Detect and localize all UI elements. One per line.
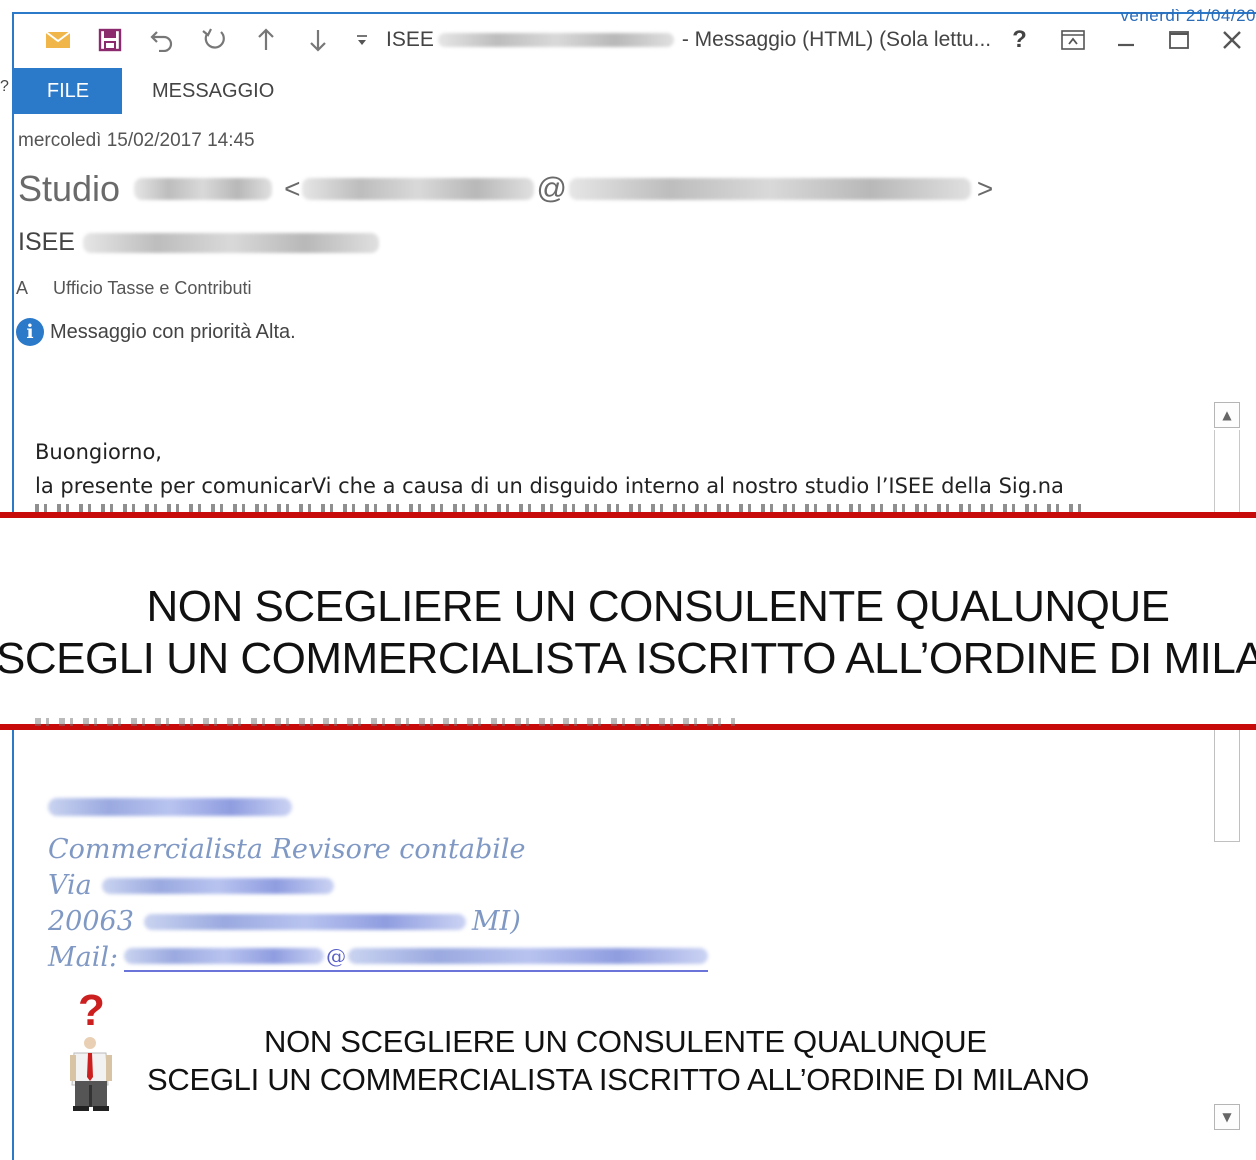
- signature-name: [48, 798, 292, 816]
- city-prefix: 20063: [48, 906, 134, 937]
- priority-infobar: i Messaggio con priorità Alta.: [16, 318, 296, 346]
- maximize-button[interactable]: [1152, 20, 1205, 60]
- signature-street: Via: [48, 870, 334, 901]
- priority-text: Messaggio con priorità Alta.: [50, 320, 296, 343]
- help-button[interactable]: ?: [993, 20, 1046, 60]
- sender-open-bracket: <: [284, 173, 301, 204]
- banner-line-2: SCEGLI UN COMMERCIALISTA ISCRITTO ALL’OR…: [0, 634, 1256, 683]
- message-sender[interactable]: Studio < @ >: [18, 168, 993, 210]
- undo-icon[interactable]: [136, 20, 188, 60]
- signature-mail: Mail: @: [48, 942, 709, 973]
- mail-icon[interactable]: [32, 20, 84, 60]
- sender-close-bracket: >: [976, 173, 994, 204]
- sender-name: Studio: [18, 168, 121, 209]
- tab-file[interactable]: FILE: [14, 68, 122, 114]
- title-suffix: - Messaggio (HTML) (Sola lettu...: [681, 28, 992, 51]
- window-controls: ?: [993, 14, 1256, 66]
- signature-mail-link[interactable]: @: [124, 943, 709, 972]
- body-cut-text-lower: [35, 718, 735, 726]
- banner-line-1: NON SCEGLIERE UN CONSULENTE QUALUNQUE: [146, 582, 1170, 631]
- footer-line-2: SCEGLI UN COMMERCIALISTA ISCRITTO ALL’OR…: [147, 1062, 1090, 1097]
- window-title: ISEE - Messaggio (HTML) (Sola lettu...: [386, 28, 991, 52]
- question-mark: ?: [78, 986, 105, 1035]
- city-suffix: MI): [471, 906, 521, 937]
- mail-at: @: [326, 943, 347, 968]
- redacted-sender-surname: [134, 178, 273, 200]
- message-recipient: A Ufficio Tasse e Contributi: [16, 278, 251, 299]
- info-icon: i: [16, 318, 44, 346]
- body-greeting: Buongiorno,: [35, 440, 162, 464]
- message-date: mercoledì 15/02/2017 14:45: [18, 130, 255, 151]
- subject-prefix: ISEE: [18, 228, 75, 256]
- redacted-title: [437, 33, 674, 47]
- overlay-banner: NON SCEGLIERE UN CONSULENTE QUALUNQUE SC…: [0, 512, 1256, 730]
- street-label: Via: [48, 870, 92, 901]
- scrollbar-thumb[interactable]: [1214, 720, 1240, 842]
- title-bar: ISEE - Messaggio (HTML) (Sola lettu... ?: [14, 14, 1256, 66]
- redacted-sender-user: [302, 178, 535, 200]
- quick-access-toolbar: [32, 20, 380, 60]
- scroll-up-button[interactable]: ▲: [1214, 402, 1240, 428]
- to-value[interactable]: Ufficio Tasse e Contributi: [53, 278, 251, 298]
- scrollbar-track[interactable]: [1214, 430, 1240, 520]
- redacted-city: [143, 913, 466, 930]
- window-edge-glyph: ?: [0, 78, 9, 95]
- signature-title: Commercialista Revisore contabile: [48, 834, 526, 865]
- ribbon-tabs: FILE MESSAGGIO: [14, 68, 302, 114]
- customize-icon[interactable]: [344, 20, 380, 60]
- scroll-down-button[interactable]: ▼: [1214, 1104, 1240, 1130]
- redacted-mail-domain: [348, 947, 709, 964]
- title-prefix: ISEE: [386, 28, 434, 51]
- to-label: A: [16, 278, 29, 298]
- ribbon-display-options-button[interactable]: [1046, 20, 1099, 60]
- body-paragraph-line: la presente per comunicarVi che a causa …: [35, 474, 1064, 498]
- redo-icon[interactable]: [188, 20, 240, 60]
- minimize-button[interactable]: [1099, 20, 1152, 60]
- footer-line-1: NON SCEGLIERE UN CONSULENTE QUALUNQUE: [264, 1024, 987, 1059]
- previous-icon[interactable]: [240, 20, 292, 60]
- close-button[interactable]: [1205, 20, 1256, 60]
- redacted-street: [101, 877, 334, 894]
- redacted-signature-name: [48, 798, 292, 816]
- message-subject: ISEE: [18, 228, 379, 257]
- redacted-mail-user: [124, 947, 325, 964]
- redacted-subject: [82, 232, 379, 253]
- redacted-sender-domain: [568, 178, 971, 200]
- tab-messaggio[interactable]: MESSAGGIO: [122, 68, 302, 114]
- next-icon[interactable]: [292, 20, 344, 60]
- consultant-figure-icon: ?: [70, 986, 112, 1111]
- mail-label: Mail:: [48, 942, 119, 973]
- sender-at: @: [536, 172, 567, 205]
- signature-city: 20063 MI): [48, 906, 521, 937]
- save-icon[interactable]: [84, 20, 136, 60]
